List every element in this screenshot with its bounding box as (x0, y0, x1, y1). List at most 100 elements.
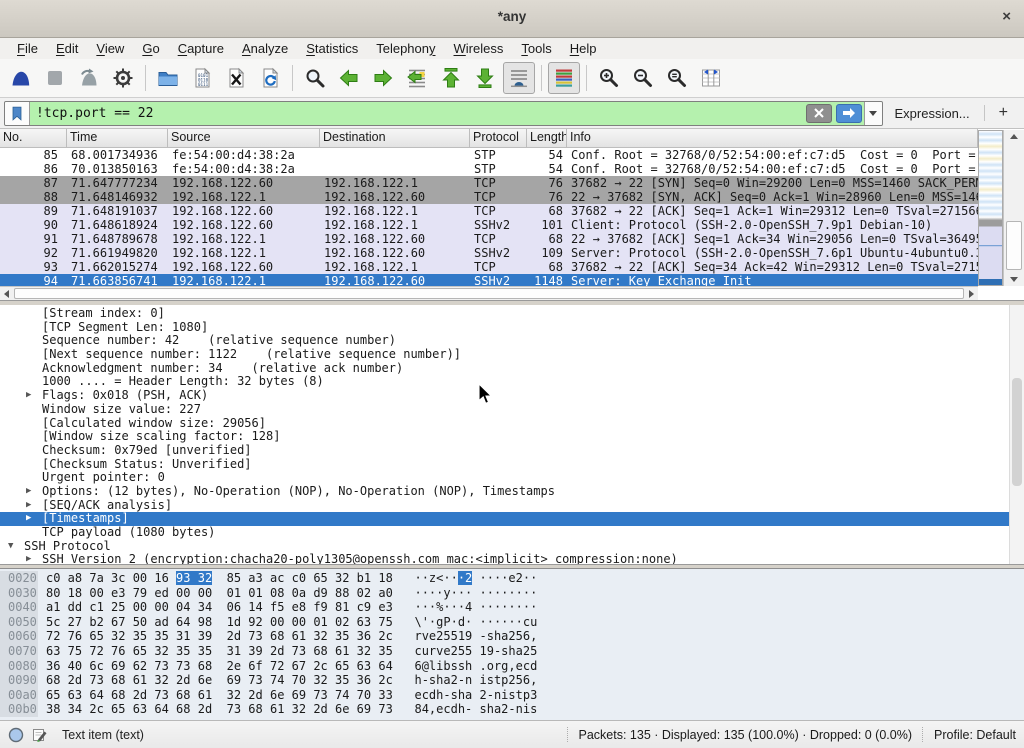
zoom-reset-button[interactable] (661, 62, 693, 94)
hex-row[interactable]: 00a065 63 64 68 2d 73 68 61 32 2d 6e 69 … (0, 688, 1024, 703)
detail-line[interactable]: ▶[SEQ/ACK analysis] (0, 499, 1024, 513)
open-file-button[interactable] (152, 62, 184, 94)
expand-arrow-icon[interactable]: ▶ (26, 499, 42, 513)
detail-line[interactable]: ▼SSH Protocol (0, 540, 1024, 554)
hex-row[interactable]: 0020c0 a8 7a 3c 00 16 93 32 85 a3 ac c0 … (0, 571, 1024, 586)
find-packet-button[interactable] (299, 62, 331, 94)
menu-item[interactable]: Go (133, 39, 168, 58)
menu-item[interactable]: Statistics (297, 39, 367, 58)
restart-capture-button[interactable] (73, 62, 105, 94)
expand-arrow-icon[interactable]: ▶ (26, 485, 42, 499)
hex-row[interactable]: 007063 75 72 76 65 32 35 35 31 39 2d 73 … (0, 644, 1024, 659)
detail-line[interactable]: ▶Options: (12 bytes), No-Operation (NOP)… (0, 485, 1024, 499)
detail-vertical-scrollbar[interactable] (1009, 305, 1024, 564)
menu-item[interactable]: Analyze (233, 39, 297, 58)
save-file-button[interactable]: 010101100111 (186, 62, 218, 94)
detail-line[interactable]: [Calculated window size: 29056] (0, 417, 1024, 431)
menu-item[interactable]: Wireless (445, 39, 513, 58)
detail-line[interactable]: Urgent pointer: 0 (0, 471, 1024, 485)
menu-item[interactable]: Help (561, 39, 606, 58)
detail-line[interactable]: [Next sequence number: 1122 (relative se… (0, 348, 1024, 362)
detail-line[interactable]: Acknowledgment number: 34 (relative ack … (0, 362, 1024, 376)
display-filter-input[interactable] (30, 106, 804, 121)
start-capture-button[interactable] (5, 62, 37, 94)
detail-line[interactable]: [TCP Segment Len: 1080] (0, 321, 1024, 335)
column-header[interactable]: Destination (320, 129, 470, 147)
column-header[interactable]: Length (527, 129, 567, 147)
close-icon[interactable]: × (1002, 8, 1011, 25)
scrollbar-thumb[interactable] (1012, 378, 1022, 487)
intelligent-scrollbar-minimap[interactable] (978, 130, 1003, 286)
hex-row[interactable]: 006072 76 65 32 35 35 31 39 2d 73 68 61 … (0, 629, 1024, 644)
hex-row[interactable]: 009068 2d 73 68 61 32 2d 6e 69 73 74 70 … (0, 673, 1024, 688)
detail-line[interactable]: ▶[Timestamps] (0, 512, 1024, 526)
colorize-button[interactable] (548, 62, 580, 94)
packet-list-vertical-scrollbar[interactable] (1003, 130, 1024, 286)
hex-row[interactable]: 008036 40 6c 69 62 73 73 68 2e 6f 72 67 … (0, 659, 1024, 674)
hex-row[interactable]: 00505c 27 b2 67 50 ad 64 98 1d 92 00 00 … (0, 615, 1024, 630)
detail-line[interactable]: Window size value: 227 (0, 403, 1024, 417)
expand-arrow-icon[interactable]: ▶ (26, 553, 42, 564)
packet-row[interactable]: 8670.013850163fe:54:00:d4:38:2aSTP54Conf… (0, 162, 978, 176)
detail-line[interactable]: Sequence number: 42 (relative sequence n… (0, 334, 1024, 348)
menu-item[interactable]: Edit (47, 39, 87, 58)
hex-row[interactable]: 003080 18 00 e3 79 ed 00 00 01 01 08 0a … (0, 586, 1024, 601)
zoom-in-button[interactable] (593, 62, 625, 94)
expert-info-button[interactable] (8, 727, 24, 743)
first-packet-button[interactable] (435, 62, 467, 94)
column-header[interactable]: No. (0, 129, 67, 147)
filter-history-dropdown[interactable] (864, 102, 882, 125)
packet-row[interactable]: 9371.662015274192.168.122.60192.168.122.… (0, 260, 978, 274)
add-filter-button[interactable]: + (999, 104, 1008, 122)
zoom-out-button[interactable] (627, 62, 659, 94)
auto-scroll-button[interactable] (503, 62, 535, 94)
filter-bookmark-button[interactable] (5, 102, 30, 125)
stop-capture-button[interactable] (39, 62, 71, 94)
expand-arrow-icon[interactable]: ▶ (26, 389, 42, 403)
packet-row[interactable]: 9071.648618924192.168.122.60192.168.122.… (0, 218, 978, 232)
menu-item[interactable]: Telephony (367, 39, 444, 58)
reload-file-button[interactable] (254, 62, 286, 94)
menu-item[interactable]: File (8, 39, 47, 58)
packet-row[interactable]: 8568.001734936fe:54:00:d4:38:2aSTP54Conf… (0, 148, 978, 162)
packet-row[interactable]: 8871.648146932192.168.122.1192.168.122.6… (0, 190, 978, 204)
packet-list-horizontal-scrollbar[interactable] (0, 286, 978, 300)
scrollbar-thumb[interactable] (1006, 221, 1022, 270)
hex-row[interactable]: 0040a1 dd c1 25 00 00 04 34 06 14 f5 e8 … (0, 600, 1024, 615)
filter-clear-button[interactable] (806, 104, 832, 123)
detail-line[interactable]: TCP payload (1080 bytes) (0, 526, 1024, 540)
expression-button[interactable]: Expression... (895, 106, 970, 121)
scrollbar-thumb[interactable] (14, 288, 964, 299)
column-header[interactable]: Time (67, 129, 168, 147)
scroll-up-button[interactable] (1004, 130, 1024, 143)
scroll-down-button[interactable] (1004, 273, 1024, 286)
next-packet-button[interactable] (367, 62, 399, 94)
detail-line[interactable]: Checksum: 0x79ed [unverified] (0, 444, 1024, 458)
filter-apply-button[interactable] (836, 104, 862, 123)
column-header[interactable]: Source (168, 129, 320, 147)
detail-line[interactable]: [Window size scaling factor: 128] (0, 430, 1024, 444)
capture-comment-button[interactable] (32, 727, 48, 743)
packet-row[interactable]: 9171.648789678192.168.122.1192.168.122.6… (0, 232, 978, 246)
previous-packet-button[interactable] (333, 62, 365, 94)
close-file-button[interactable] (220, 62, 252, 94)
capture-options-button[interactable] (107, 62, 139, 94)
last-packet-button[interactable] (469, 62, 501, 94)
menu-item[interactable]: Tools (512, 39, 560, 58)
scrollbar-track[interactable] (1004, 143, 1024, 273)
detail-line[interactable]: [Stream index: 0] (0, 307, 1024, 321)
detail-line[interactable]: ▶Flags: 0x018 (PSH, ACK) (0, 389, 1024, 403)
column-header[interactable]: Protocol (470, 129, 527, 147)
scroll-left-button[interactable] (0, 290, 13, 298)
menu-item[interactable]: View (87, 39, 133, 58)
packet-row[interactable]: 8971.648191037192.168.122.60192.168.122.… (0, 204, 978, 218)
detail-line[interactable]: [Checksum Status: Unverified] (0, 458, 1024, 472)
goto-packet-button[interactable] (401, 62, 433, 94)
detail-line[interactable]: ▶SSH Version 2 (encryption:chacha20-poly… (0, 553, 1024, 564)
menu-item[interactable]: Capture (169, 39, 233, 58)
scroll-right-button[interactable] (965, 290, 978, 298)
hex-row[interactable]: 00b038 34 2c 65 63 64 68 2d 73 68 61 32 … (0, 702, 1024, 717)
expand-arrow-icon[interactable]: ▼ (8, 540, 24, 554)
packet-row[interactable]: 9271.661949820192.168.122.1192.168.122.6… (0, 246, 978, 260)
profile-text[interactable]: Profile: Default (934, 728, 1016, 742)
